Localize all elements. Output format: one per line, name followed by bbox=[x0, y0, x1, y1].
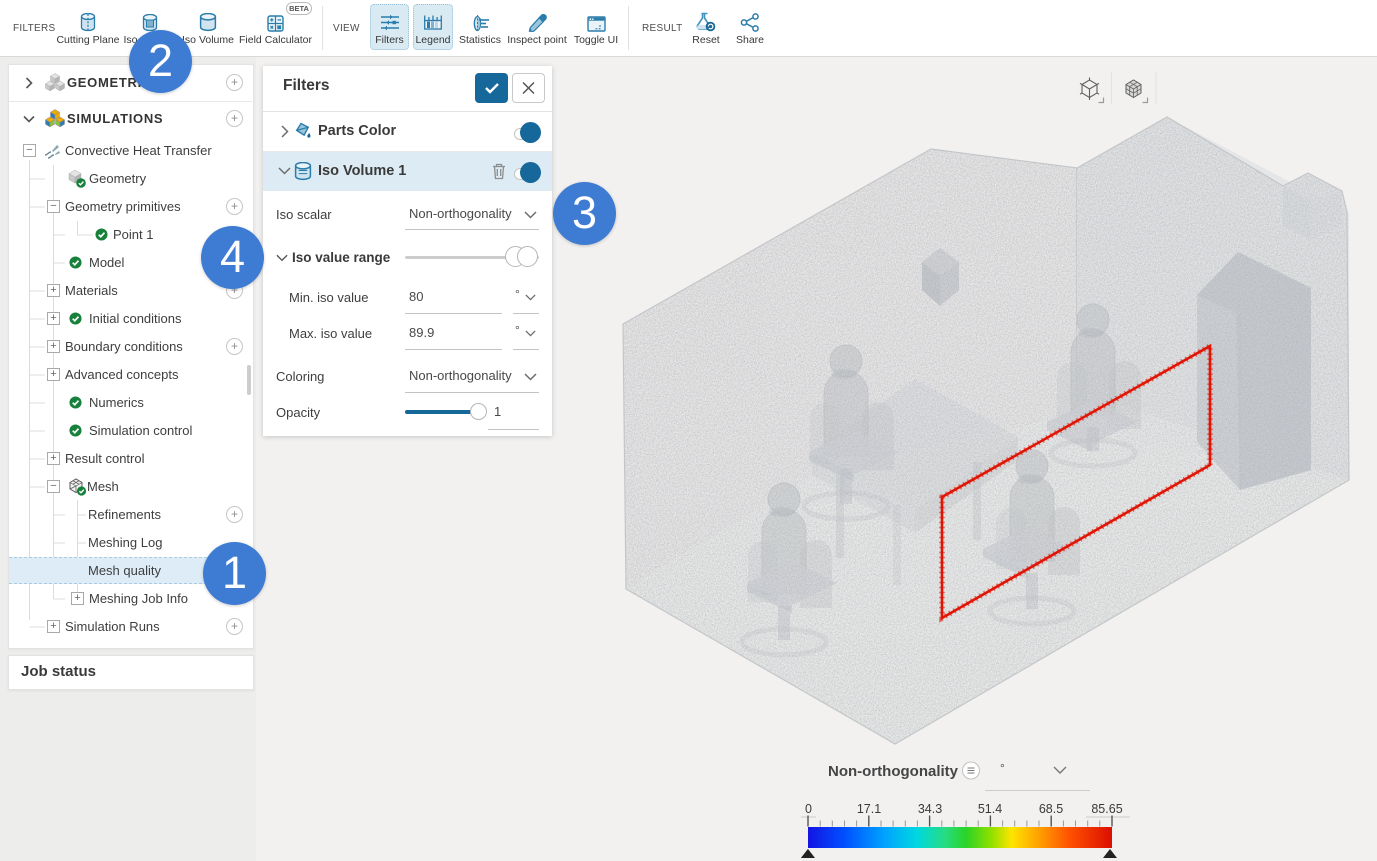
svg-text:°: ° bbox=[1000, 761, 1005, 775]
svg-text:68.5: 68.5 bbox=[1039, 802, 1063, 816]
svg-text:34.3: 34.3 bbox=[918, 802, 942, 816]
svg-text:51.4: 51.4 bbox=[978, 802, 1002, 816]
svg-text:Non-orthogonality: Non-orthogonality bbox=[828, 763, 959, 780]
svg-text:0: 0 bbox=[805, 802, 812, 816]
svg-text:85.65: 85.65 bbox=[1091, 802, 1122, 816]
svg-text:17.1: 17.1 bbox=[857, 802, 881, 816]
